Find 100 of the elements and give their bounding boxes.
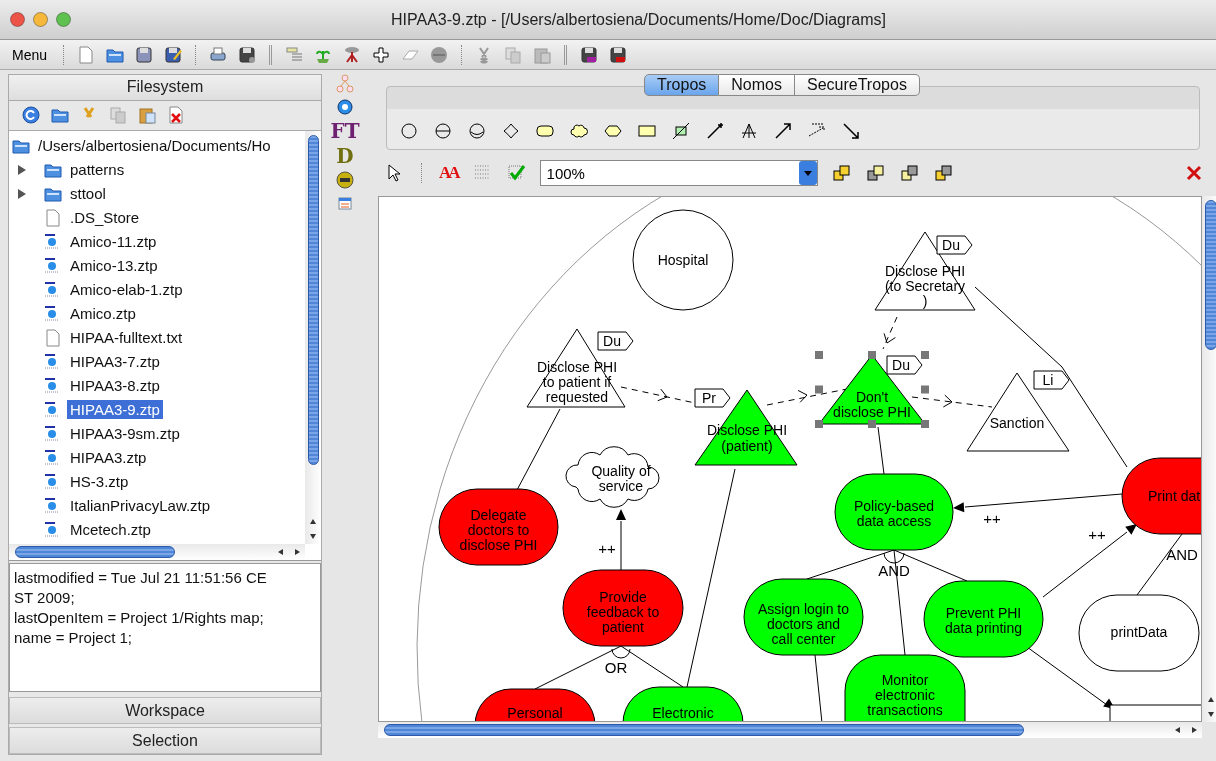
property-text: name = Project 1; bbox=[14, 627, 133, 648]
goal-node[interactable]: Electronic bbox=[622, 686, 744, 721]
fork-arrow-tool-icon[interactable] bbox=[739, 121, 759, 141]
file-icon bbox=[43, 207, 63, 228]
decomposition-arc bbox=[611, 648, 631, 659]
resource-node[interactable] bbox=[1109, 704, 1201, 721]
norm-tag: Du bbox=[886, 355, 923, 375]
window-control-icon[interactable] bbox=[56, 12, 71, 27]
file-icon bbox=[43, 327, 63, 348]
expand-arrow-icon[interactable] bbox=[17, 188, 27, 199]
circle-cup-tool-icon[interactable] bbox=[467, 121, 487, 141]
nodes-icon[interactable] bbox=[335, 74, 355, 94]
goal-node[interactable]: Monitor electronic transactions bbox=[844, 654, 966, 721]
down-arrow-tool-icon[interactable] bbox=[841, 121, 861, 141]
window-control-icon[interactable] bbox=[10, 12, 25, 27]
tree-item[interactable]: Amico-11.ztp bbox=[67, 232, 160, 252]
tree-item[interactable]: .DS_Store bbox=[67, 208, 143, 228]
goal-node[interactable]: Assign login to doctors and call center bbox=[743, 578, 864, 656]
palette-tab[interactable]: Tropos bbox=[644, 74, 720, 96]
disk-export-icon[interactable] bbox=[608, 44, 629, 65]
tree-item[interactable]: HIPAA3-9sm.ztp bbox=[67, 424, 183, 444]
property-text: lastmodified = Tue Jul 21 11:51:56 CEST 2009; bbox=[14, 567, 268, 608]
tool-letter[interactable]: FT bbox=[330, 120, 360, 142]
link-label: ++ bbox=[983, 510, 1001, 527]
layers-icon[interactable] bbox=[933, 163, 954, 183]
scrollbar[interactable] bbox=[305, 130, 321, 544]
connector-arrow bbox=[616, 509, 626, 571]
goal-node[interactable]: Provide feedback to patient bbox=[562, 569, 684, 647]
layers-icon[interactable] bbox=[899, 163, 920, 183]
goal-node[interactable]: Print dat bbox=[1121, 457, 1201, 535]
scroll-thumb[interactable] bbox=[1205, 200, 1216, 350]
zoom-select[interactable]: 100% bbox=[539, 160, 818, 186]
tree-item[interactable]: HIPAA3-7.ztp bbox=[67, 352, 163, 372]
disk-export-icon[interactable] bbox=[579, 44, 600, 65]
property-text: lastOpenItem = Project 1/Rights map; bbox=[14, 607, 265, 628]
window-title: HIPAA3-9.ztp - [/Users/albertosiena/Documents/Home/Doc/Diagrams] bbox=[390, 10, 887, 29]
scrollbar[interactable] bbox=[1202, 196, 1216, 722]
plus-icon[interactable] bbox=[371, 44, 392, 65]
tree-item[interactable]: ItalianPrivacyLaw.ztp bbox=[67, 496, 214, 516]
softgoal-node[interactable]: Quality of service bbox=[565, 446, 660, 508]
check-icon[interactable] bbox=[505, 163, 526, 183]
tree-item[interactable]: HIPAA3.ztp bbox=[67, 448, 150, 468]
tool-letter[interactable]: D bbox=[336, 145, 354, 167]
goal-node[interactable]: Policy-based data access bbox=[834, 473, 954, 551]
close-icon[interactable] bbox=[1184, 163, 1204, 183]
menu-button[interactable]: Menu bbox=[8, 44, 52, 65]
tree-item[interactable]: HIPAA3-8.ztp bbox=[67, 376, 163, 396]
goal-node[interactable]: Delegate doctors to disclose PHI bbox=[438, 488, 559, 566]
goal-node[interactable]: Personal bbox=[474, 688, 596, 721]
layers-icon[interactable] bbox=[865, 163, 886, 183]
norm-tag: Du bbox=[936, 235, 973, 255]
save-as-icon[interactable] bbox=[163, 44, 184, 65]
tree-item[interactable]: HS-3.ztp bbox=[67, 472, 132, 492]
link-label: AND bbox=[878, 562, 910, 579]
tree-item[interactable]: HIPAA-fulltext.txt bbox=[67, 328, 186, 348]
scroll-thumb[interactable] bbox=[15, 545, 175, 558]
link-tool-icon[interactable] bbox=[671, 121, 691, 141]
circle-line-tool-icon[interactable] bbox=[433, 121, 453, 141]
panel-header[interactable]: Filesystem bbox=[9, 75, 321, 101]
tree-item[interactable]: sttool bbox=[67, 184, 109, 204]
tree-item[interactable]: HIPAA3-9.ztp bbox=[67, 400, 163, 420]
tree-item[interactable]: Mcetech.ztp bbox=[67, 520, 154, 540]
diamond-tool-icon[interactable] bbox=[501, 121, 521, 141]
goal-node[interactable]: Prevent PHI data printing bbox=[923, 580, 1044, 658]
arrow-tool-icon[interactable] bbox=[773, 121, 793, 141]
disk-gear-icon[interactable] bbox=[237, 44, 258, 65]
goal-node[interactable]: printData bbox=[1078, 594, 1200, 672]
tree-item[interactable]: /Users/albertosiena/Documents/Ho bbox=[35, 136, 274, 156]
delete-file-icon[interactable] bbox=[166, 105, 186, 126]
circle-tool-icon[interactable] bbox=[399, 121, 419, 141]
save-icon[interactable] bbox=[134, 44, 155, 65]
norm-tag: Du bbox=[597, 331, 634, 351]
section-header[interactable]: Workspace bbox=[9, 697, 321, 725]
norm-tag: Pr bbox=[694, 388, 731, 408]
scrollbar[interactable] bbox=[378, 722, 1202, 738]
cloud-tool-icon[interactable] bbox=[569, 121, 589, 141]
palette-tab[interactable]: SecureTropos bbox=[795, 74, 920, 96]
section-header[interactable]: Selection bbox=[9, 727, 321, 754]
actor-node[interactable]: Hospital bbox=[632, 209, 734, 311]
wand-arrow-tool-icon[interactable] bbox=[705, 121, 725, 141]
refresh-icon[interactable] bbox=[21, 105, 41, 126]
expand-arrow-icon[interactable] bbox=[17, 164, 27, 175]
ball-icon[interactable] bbox=[335, 170, 355, 190]
tree-item[interactable]: Amico-13.ztp bbox=[67, 256, 161, 276]
scroll-thumb[interactable] bbox=[307, 134, 319, 465]
font-button[interactable]: AA bbox=[439, 163, 458, 183]
layers-icon[interactable] bbox=[831, 163, 852, 183]
link-label: AND bbox=[1166, 546, 1198, 563]
link-label: ++ bbox=[598, 540, 616, 557]
palette-tab[interactable]: Nomos bbox=[719, 74, 795, 96]
tree-item[interactable]: Amico-elab-1.ztp bbox=[67, 280, 186, 300]
stop-icon[interactable] bbox=[429, 44, 450, 65]
scrollbar[interactable] bbox=[9, 543, 305, 560]
gear-icon[interactable] bbox=[335, 97, 355, 117]
norm-tag: Li bbox=[1033, 370, 1070, 390]
tree-item[interactable]: patterns bbox=[67, 160, 128, 180]
link-label: ++ bbox=[1088, 526, 1106, 543]
scroll-thumb[interactable] bbox=[384, 724, 1024, 736]
tree-item[interactable]: Amico.ztp bbox=[67, 304, 139, 324]
paste-icon[interactable] bbox=[137, 105, 157, 126]
